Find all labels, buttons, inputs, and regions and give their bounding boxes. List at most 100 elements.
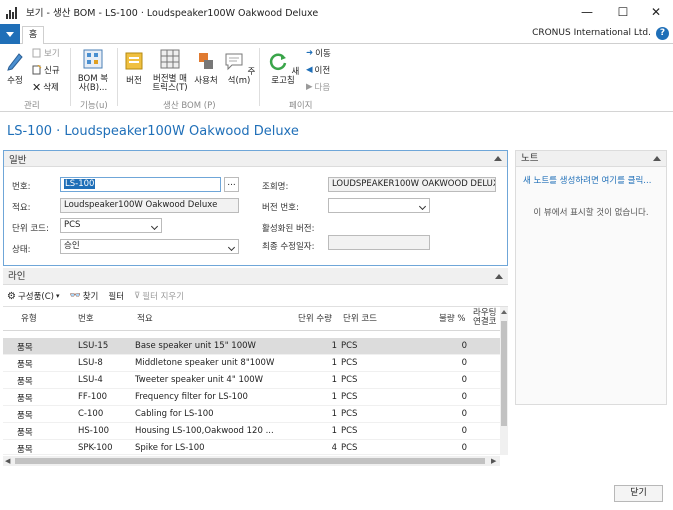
tab-home[interactable]: 홈: [22, 26, 44, 45]
lines-header-label: 라인: [8, 271, 26, 282]
view-label: 보기: [44, 49, 60, 59]
general-header[interactable]: 일반: [4, 151, 507, 167]
where-used-label: 사용처: [194, 76, 218, 86]
find-button[interactable]: 👓 찾기: [70, 290, 99, 302]
horizontal-scrollbar[interactable]: ◀ ▶: [3, 456, 500, 466]
column-routing-link[interactable]: 라우팅 연결코: [473, 309, 496, 327]
column-type[interactable]: 유형: [21, 312, 37, 324]
table-row[interactable]: 품목 LSU-8 Middletone speaker unit 8"100W …: [3, 355, 500, 372]
where-used-icon: [199, 53, 213, 69]
cell-scrap: 0: [461, 375, 467, 385]
comments-button[interactable]: 주석(m): [222, 50, 256, 86]
table-row[interactable]: 품목 LSU-4 Tweeter speaker unit 4" 100W 1 …: [3, 372, 500, 389]
versions-icon: [125, 52, 143, 70]
cell-qty: 1: [331, 409, 337, 419]
cell-uom: PCS: [341, 375, 358, 385]
cell-type: 품목: [17, 411, 33, 421]
maximize-button[interactable]: ☐: [606, 0, 640, 24]
clear-filter-button[interactable]: ⊽ 필터 지우기: [134, 290, 184, 302]
scroll-up-icon[interactable]: [501, 310, 507, 314]
delete-button[interactable]: ✕ 삭제: [32, 80, 59, 94]
cell-qty: 1: [331, 375, 337, 385]
cell-description: Middletone speaker unit 8"100W: [135, 358, 275, 368]
edit-button[interactable]: 수정: [4, 50, 26, 86]
collapse-icon[interactable]: [653, 156, 661, 161]
next-button[interactable]: ➜ 이동: [306, 47, 331, 59]
ribbon: 수정 보기 신규 ✕ 삭제 관리 BOM 복 사(B)... 기능(u) 버전: [0, 44, 673, 112]
app-icon: [6, 5, 20, 19]
no-field-value: LS-100: [64, 179, 96, 189]
new-note-link[interactable]: 새 노트를 생성하려면 여기를 클릭...: [523, 174, 651, 186]
collapse-icon[interactable]: [495, 274, 503, 279]
version-nos-field[interactable]: [328, 198, 430, 213]
scroll-thumb[interactable]: [501, 321, 507, 426]
new-label: 신규: [44, 66, 60, 76]
collapse-icon[interactable]: [494, 156, 502, 161]
table-row[interactable]: 품목 FF-100 Frequency filter for LS-100 1 …: [3, 389, 500, 406]
filter-button[interactable]: 필터: [108, 290, 124, 302]
column-no[interactable]: 번호: [78, 312, 94, 324]
cell-no: LSU-15: [78, 341, 109, 351]
minimize-button[interactable]: —: [570, 0, 604, 24]
page-title: LS-100 · Loudspeaker100W Oakwood Deluxe: [7, 124, 299, 139]
where-used-button[interactable]: 사용처: [192, 50, 220, 86]
notes-header[interactable]: 노트: [516, 151, 666, 167]
uom-field[interactable]: PCS: [60, 218, 162, 233]
arrow-right-disabled-icon: ▶: [306, 82, 313, 92]
clear-filter-label: 필터 지우기: [142, 292, 185, 302]
description-field[interactable]: Loudspeaker100W Oakwood Deluxe: [60, 198, 239, 213]
notes-panel: 노트 새 노트를 생성하려면 여기를 클릭... 이 뷰에서 표시할 것이 없습…: [515, 150, 667, 405]
column-uom[interactable]: 단위 코드: [343, 312, 377, 324]
scroll-left-icon[interactable]: ◀: [5, 457, 10, 465]
new-button[interactable]: 신규: [32, 64, 60, 76]
table-row[interactable]: 품목 C-100 Cabling for LS-100 1 PCS 0: [3, 406, 500, 423]
scroll-thumb[interactable]: [15, 458, 485, 464]
cell-type: 품목: [17, 343, 33, 353]
search-name-field[interactable]: LOUDSPEAKER100W OAKWOOD DELUXE: [328, 177, 496, 192]
scroll-right-icon[interactable]: ▶: [491, 457, 496, 465]
versions-button[interactable]: 버전: [122, 50, 146, 86]
versions-label: 버전: [126, 76, 142, 86]
previous-button[interactable]: ◀ 이전: [306, 64, 330, 76]
table-row[interactable]: 품목 SPK-100 Spike for LS-100 4 PCS 0: [3, 440, 500, 455]
last-modified-field[interactable]: [328, 235, 430, 250]
copy-bom-button[interactable]: BOM 복 사(B)...: [74, 48, 112, 93]
view-button[interactable]: 보기: [32, 47, 60, 59]
assist-button[interactable]: ...: [224, 177, 239, 192]
close-window-button[interactable]: ✕: [639, 0, 673, 24]
table-row[interactable]: 품목 LSU-15 Base speaker unit 15" 100W 1 P…: [3, 338, 500, 355]
cell-type: 품목: [17, 377, 33, 387]
general-panel: 일반 번호: LS-100 ... 적요: Loudspeaker100W Oa…: [3, 150, 508, 266]
grid-header: 유형 번호 적요 단위 수량 단위 코드 불량 % 라우팅 연결코: [3, 307, 500, 331]
cell-no: C-100: [78, 409, 104, 419]
cell-qty: 1: [331, 358, 337, 368]
refresh-button[interactable]: 새로고침: [264, 50, 302, 86]
status-field[interactable]: 승인: [60, 239, 239, 254]
group-divider: [117, 48, 118, 106]
vertical-scrollbar[interactable]: [500, 307, 508, 455]
close-button[interactable]: 닫기: [614, 485, 663, 502]
edit-label: 수정: [7, 76, 23, 86]
lines-header[interactable]: 라인: [3, 268, 508, 285]
next2-button[interactable]: ▶ 다음: [306, 81, 330, 93]
column-scrap[interactable]: 불량 %: [439, 312, 465, 324]
cell-description: Base speaker unit 15" 100W: [135, 341, 256, 351]
app-menu-button[interactable]: [0, 24, 20, 44]
column-qty-per[interactable]: 단위 수량: [298, 312, 332, 324]
lines-grid: 유형 번호 적요 단위 수량 단위 코드 불량 % 라우팅 연결코 품목 LSU…: [3, 306, 508, 466]
company-name[interactable]: CRONUS International Ltd.: [532, 28, 651, 38]
help-icon[interactable]: ?: [656, 27, 669, 40]
component-button[interactable]: ⚙ 구성품(C) ▾: [7, 290, 60, 303]
column-description[interactable]: 적요: [137, 312, 153, 324]
cell-type: 품목: [17, 360, 33, 370]
cell-type: 품목: [17, 428, 33, 438]
no-field[interactable]: LS-100: [60, 177, 221, 192]
matrix-per-version-button[interactable]: 버전별 매 트릭스(T): [150, 48, 190, 93]
cell-scrap: 0: [461, 341, 467, 351]
next-label: 이동: [315, 49, 331, 59]
cell-no: SPK-100: [78, 443, 113, 453]
matrix-label-2: 트릭스(T): [152, 83, 188, 93]
table-row[interactable]: 품목 HS-100 Housing LS-100,Oakwood 120 ...…: [3, 423, 500, 440]
cell-qty: 1: [331, 392, 337, 402]
delete-icon: ✕: [32, 80, 42, 94]
